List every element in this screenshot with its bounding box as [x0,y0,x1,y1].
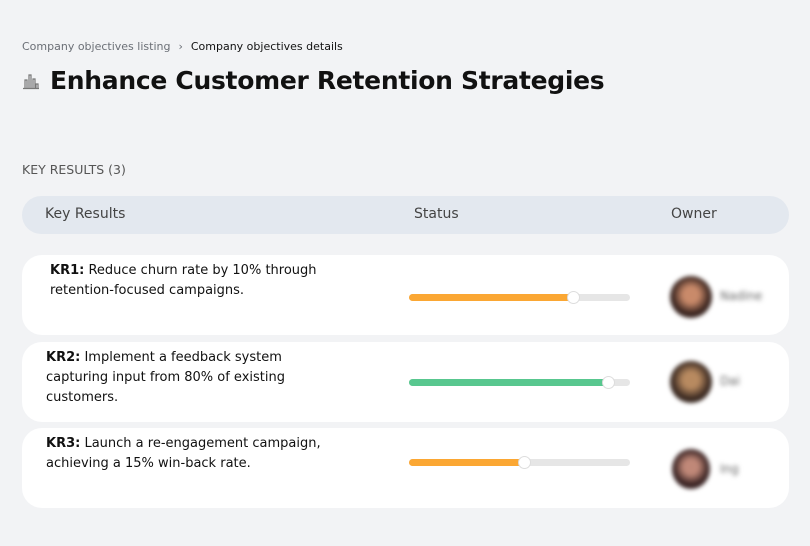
progress-bar [409,456,630,469]
progress-fill [409,459,524,466]
page-header: Enhance Customer Retention Strategies [22,66,605,95]
chevron-right-icon: › [178,40,183,53]
progress-bar [409,376,630,389]
building-chart-icon [23,73,39,89]
kr-text: Implement a feedback system capturing in… [46,350,285,405]
kr-code: KR2: [46,350,81,365]
kr-code: KR3: [46,436,81,451]
header-status: Status [414,206,459,222]
header-key-results: Key Results [45,206,126,222]
table-row[interactable]: KR1: Reduce churn rate by 10% through re… [22,255,789,335]
table-row[interactable]: KR2: Implement a feedback system capturi… [22,342,789,422]
progress-fill [409,379,608,386]
section-label: KEY RESULTS (3) [22,162,126,177]
kr-code: KR1: [50,263,85,278]
avatar [670,361,712,403]
breadcrumb-link-listing[interactable]: Company objectives listing [22,40,170,53]
kr-text: Launch a re-engagement campaign, achievi… [46,436,321,471]
avatar [670,276,712,318]
progress-knob [601,376,615,389]
progress-bar [409,291,630,304]
progress-knob [517,456,531,469]
avatar [672,449,710,489]
owner-name: Ing [720,462,739,476]
table-row[interactable]: KR3: Launch a re-engagement campaign, ac… [22,428,789,508]
header-owner: Owner [671,206,717,222]
breadcrumb-current: Company objectives details [190,40,343,53]
progress-fill [409,294,573,301]
table-header: Key Results Status Owner [22,196,789,234]
progress-knob [566,291,580,304]
page-title: Enhance Customer Retention Strategies [50,66,605,95]
owner-name: Dai [720,374,740,388]
breadcrumb: Company objectives listing › Company obj… [22,40,343,53]
kr-text: Reduce churn rate by 10% through retenti… [50,263,317,298]
owner-name: Nadine [720,289,763,303]
